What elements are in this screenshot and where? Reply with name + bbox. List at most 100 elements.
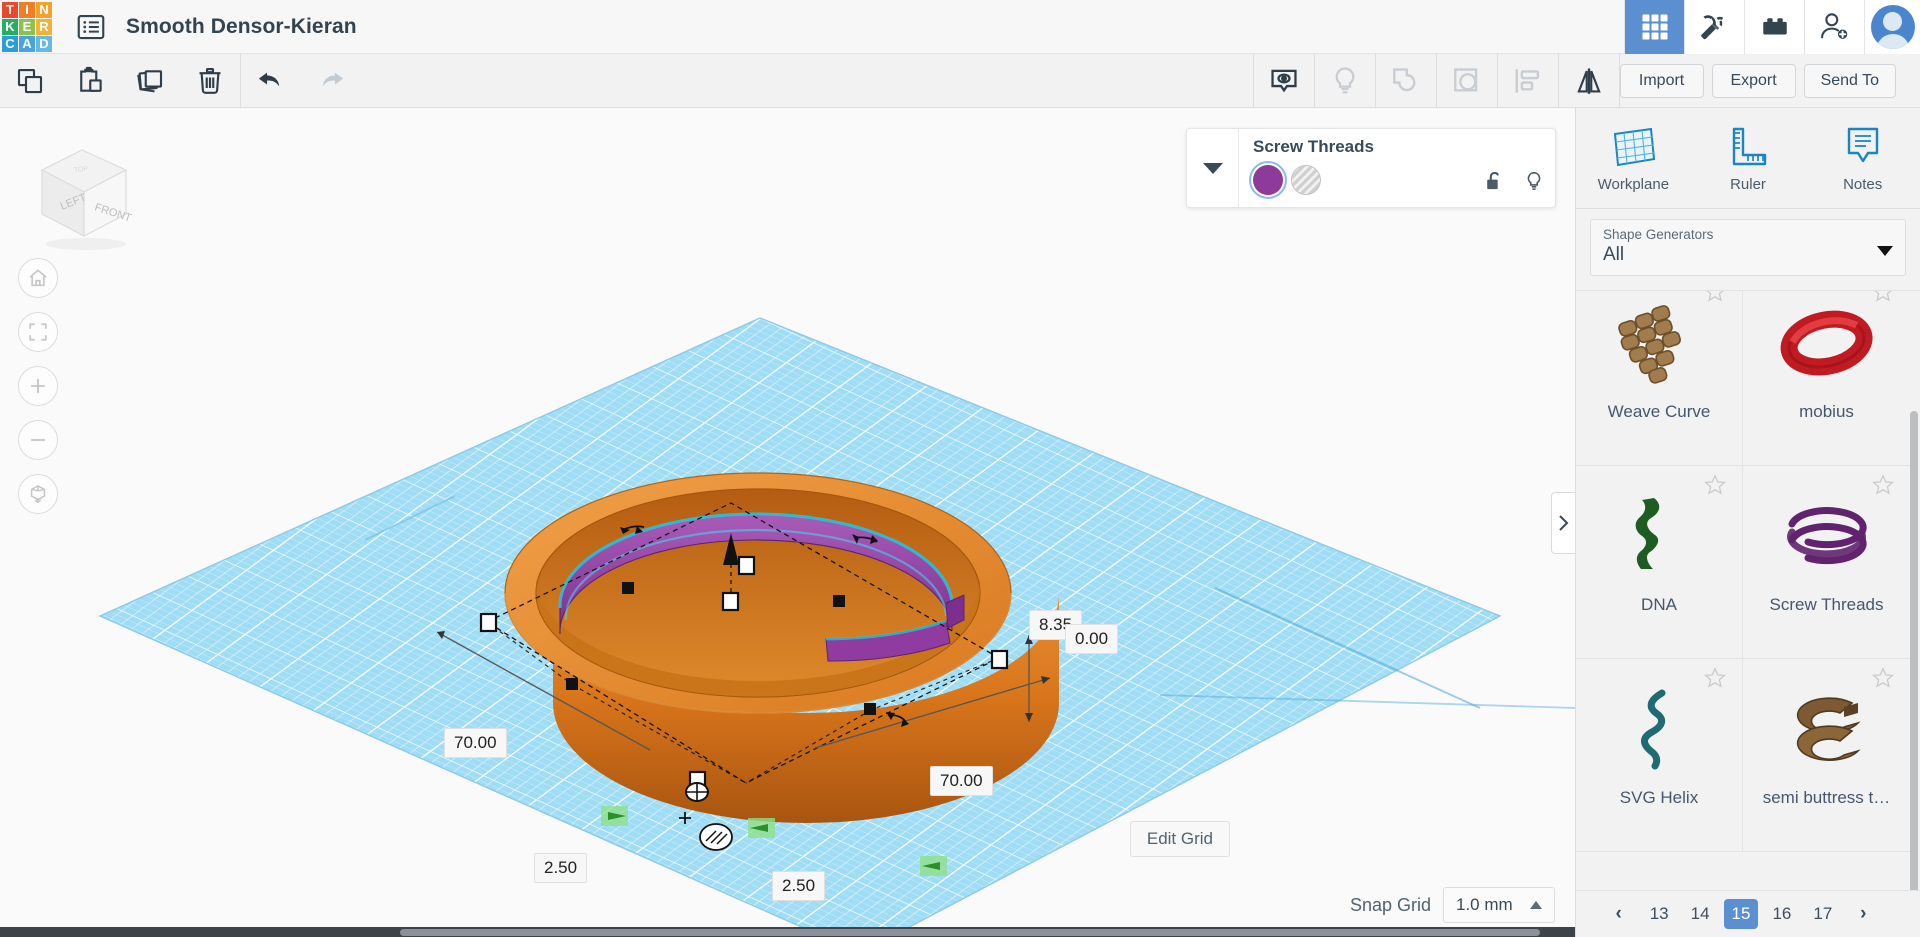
edit-toolbar: Import Export Send To: [0, 54, 1920, 108]
pagination-next[interactable]: ›: [1846, 899, 1880, 929]
export-button[interactable]: Export: [1712, 64, 1796, 98]
object-inspector-body: Screw Threads: [1239, 129, 1555, 207]
shape-label: SVG Helix: [1620, 788, 1698, 808]
favorite-star-icon[interactable]: [1872, 474, 1894, 500]
brick-icon[interactable]: [1744, 0, 1804, 54]
redo-icon[interactable]: [301, 54, 361, 107]
pagination-page-14[interactable]: 14: [1683, 899, 1718, 929]
favorite-star-icon[interactable]: [1872, 667, 1894, 693]
delete-icon[interactable]: [180, 54, 240, 107]
shape-item-dna[interactable]: DNA: [1576, 466, 1743, 659]
origin-marker: [686, 783, 708, 801]
unlock-icon[interactable]: [1483, 170, 1505, 199]
workplane-label: Workplane: [1598, 176, 1669, 193]
scene-3d: [0, 108, 1575, 937]
copy-icon[interactable]: [0, 54, 60, 107]
lightbulb-icon[interactable]: [1315, 54, 1375, 107]
workplane-canvas[interactable]: LEFT FRONT TOP: [0, 108, 1575, 937]
shape-label: Weave Curve: [1608, 402, 1711, 422]
history-tools: [241, 54, 361, 107]
shape-label: Screw Threads: [1769, 595, 1883, 615]
hole-swatch[interactable]: [1291, 165, 1321, 195]
shape-grid: Weave Curve: [1576, 290, 1910, 852]
width-label[interactable]: 70.00: [444, 728, 507, 758]
mirror-icon[interactable]: [1559, 54, 1619, 107]
add-user-icon[interactable]: [1804, 0, 1864, 54]
pagination-page-15[interactable]: 15: [1724, 899, 1759, 929]
grid-icon[interactable]: [1624, 0, 1684, 54]
lightbulb-icon[interactable]: [1523, 170, 1545, 199]
import-button[interactable]: Import: [1620, 64, 1704, 98]
workplane-tool[interactable]: Workplane: [1576, 108, 1691, 208]
chevron-right-icon: [1558, 514, 1569, 532]
right-sidebar: Workplane Ruler: [1575, 108, 1920, 937]
pagination-page-16[interactable]: 16: [1764, 899, 1799, 929]
pickaxe-icon[interactable]: [1684, 0, 1744, 54]
shape-label: semi buttress t…: [1763, 788, 1891, 808]
duplicate-icon[interactable]: [120, 54, 180, 107]
avatar[interactable]: [1864, 0, 1920, 54]
shape-generators-label: Shape Generators: [1603, 227, 1893, 242]
toolbar-spacer: [361, 54, 1253, 107]
zoom-in-icon[interactable]: [18, 366, 58, 406]
notes-tool[interactable]: Notes: [1805, 108, 1920, 208]
snap-grid-label: Snap Grid: [1350, 895, 1431, 916]
object-collapse-button[interactable]: [1187, 129, 1239, 207]
shape-thumbnail-weave: [1604, 290, 1714, 402]
favorite-star-icon[interactable]: [1704, 474, 1726, 500]
align-icon[interactable]: [1498, 54, 1558, 107]
favorite-star-icon[interactable]: [1704, 667, 1726, 693]
top-bar: T I N K E R C A D Smooth Densor-Kieran: [0, 0, 1920, 54]
send-to-button[interactable]: Send To: [1804, 64, 1896, 98]
object-tools: [1254, 54, 1620, 107]
view-cube[interactable]: LEFT FRONT TOP: [22, 132, 118, 228]
tinkercad-logo[interactable]: T I N K E R C A D: [0, 0, 54, 54]
canvas-horizontal-scrollbar[interactable]: [400, 929, 1540, 936]
shape-item-svg-helix[interactable]: SVG Helix: [1576, 659, 1743, 852]
shape-thumbnail-buttress: [1772, 673, 1882, 788]
radius-label-right[interactable]: 2.50: [772, 871, 825, 901]
shape-gallery[interactable]: Weave Curve: [1576, 290, 1920, 890]
solid-color-swatch[interactable]: [1253, 165, 1283, 195]
panel-collapse-toggle[interactable]: [1551, 492, 1575, 554]
document-list-icon[interactable]: [72, 8, 110, 46]
home-view-icon[interactable]: [18, 258, 58, 298]
undo-icon[interactable]: [241, 54, 301, 107]
logo-tile-8: D: [36, 36, 52, 52]
gallery-scrollbar[interactable]: [1910, 411, 1918, 890]
avatar-image: [1871, 5, 1915, 49]
visibility-icon[interactable]: [1254, 54, 1314, 107]
shape-generators-select[interactable]: Shape Generators All: [1590, 219, 1906, 276]
depth-label[interactable]: 70.00: [930, 766, 993, 796]
radius-label-left[interactable]: 2.50: [534, 853, 587, 883]
favorite-star-icon[interactable]: [1704, 290, 1726, 307]
fit-to-view-icon[interactable]: [18, 312, 58, 352]
ruler-tool[interactable]: Ruler: [1691, 108, 1806, 208]
snap-grid-select[interactable]: 1.0 mm: [1443, 887, 1555, 923]
group-icon[interactable]: [1376, 54, 1436, 107]
sidebar-tools: Workplane Ruler: [1576, 108, 1920, 208]
zoom-out-icon[interactable]: [18, 420, 58, 460]
shape-thumbnail-coil: [1772, 480, 1882, 595]
paste-icon[interactable]: [60, 54, 120, 107]
pagination-page-17[interactable]: 17: [1805, 899, 1840, 929]
logo-tile-0: T: [2, 2, 18, 18]
shape-item-mobius[interactable]: mobius: [1743, 290, 1910, 466]
view-navigation-controls: [18, 258, 58, 514]
shape-label: mobius: [1799, 402, 1854, 422]
z-offset-label[interactable]: 0.00: [1065, 624, 1118, 654]
pagination-page-13[interactable]: 13: [1642, 899, 1677, 929]
shape-item-weave-curve[interactable]: Weave Curve: [1576, 290, 1743, 466]
ortho-perspective-icon[interactable]: [18, 474, 58, 514]
shape-item-screw-threads[interactable]: Screw Threads: [1743, 466, 1910, 659]
logo-tile-6: C: [2, 36, 18, 52]
object-inspector-panel[interactable]: Screw Threads: [1186, 128, 1556, 208]
edit-grid-button[interactable]: Edit Grid: [1130, 821, 1230, 857]
ruler-icon: [1722, 124, 1774, 170]
caret-up-icon: [1530, 901, 1542, 910]
favorite-star-icon[interactable]: [1872, 290, 1894, 307]
shape-item-semi-buttress-thread[interactable]: semi buttress t…: [1743, 659, 1910, 852]
ungroup-icon[interactable]: [1437, 54, 1497, 107]
pagination-prev[interactable]: ‹: [1602, 899, 1636, 929]
clipboard-tools: [0, 54, 240, 107]
